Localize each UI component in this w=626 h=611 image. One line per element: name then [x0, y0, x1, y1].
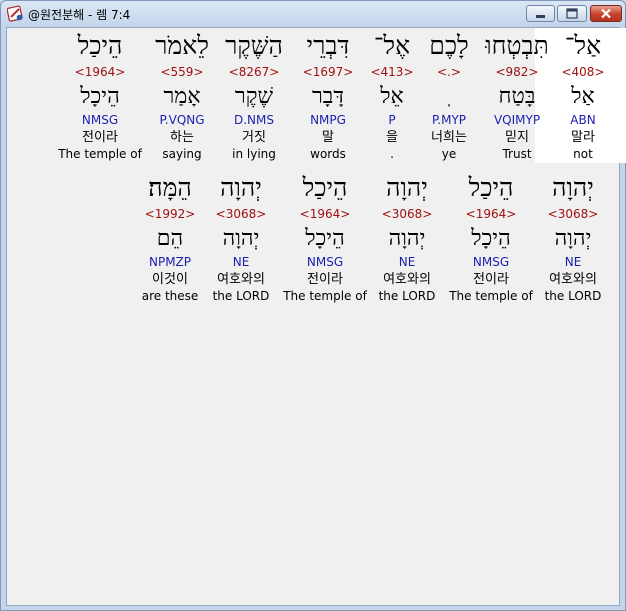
- word-cell[interactable]: הֵיכַל <1964> הֵיכָל NMSG 전이라 The temple…: [443, 170, 539, 305]
- strong-number: <1992>: [144, 207, 196, 221]
- word-cell[interactable]: הֵיכַל <1964> הֵיכָל NMSG 전이라 The temple…: [277, 170, 373, 305]
- word-cell[interactable]: לֵאמֹר <559> אָמַר P.VQNG 하는 saying: [134, 28, 230, 163]
- hebrew-word: יְהוָה: [552, 173, 594, 202]
- korean-gloss: 이것이: [152, 272, 188, 287]
- word-cell[interactable]: הֵמָּה׃ <1992> הֵם NPMZP 이것이 are these: [122, 170, 218, 305]
- korean-gloss: 하는: [170, 130, 194, 145]
- minimize-button[interactable]: [526, 5, 555, 22]
- parse-code: NE: [398, 255, 416, 269]
- hebrew-word: הֵיכַל: [468, 173, 514, 202]
- parse-code: NMSG: [472, 255, 510, 269]
- english-gloss: are these: [141, 289, 199, 303]
- app-window: @원전분해 - 렘 7:4 אַל־ <408> אַל ABN 말라 not …: [0, 0, 626, 611]
- word-cell[interactable]: יְהוָה <3068> יְהוָה NE 여호와의 the LORD: [359, 170, 455, 305]
- title-bar[interactable]: @원전분해 - 렘 7:4: [1, 1, 625, 27]
- english-gloss: The temple of: [449, 289, 533, 303]
- hebrew-word: לֵאמֹר: [155, 31, 209, 60]
- english-gloss: the LORD: [378, 289, 436, 303]
- korean-gloss: 전이라: [307, 272, 343, 287]
- english-gloss: The temple of: [58, 147, 142, 161]
- maximize-button[interactable]: [557, 5, 587, 22]
- hebrew-lemma: יְהוָה: [388, 226, 426, 251]
- korean-gloss: 전이라: [82, 130, 118, 145]
- hebrew-lemma: יְהוָה: [554, 226, 592, 251]
- korean-gloss: 전이라: [473, 272, 509, 287]
- minimize-icon: [536, 15, 545, 18]
- interlinear-panel: אַל־ <408> אַל ABN 말라 not תִּבְטְחוּ <98…: [6, 27, 626, 606]
- strong-number: <559>: [160, 65, 204, 79]
- english-gloss: saying: [162, 147, 202, 161]
- strong-number: <1964>: [74, 65, 126, 79]
- strong-number: <1964>: [465, 207, 517, 221]
- english-gloss: the LORD: [544, 289, 602, 303]
- hebrew-lemma: הֵיכָל: [80, 84, 120, 109]
- hebrew-lemma: הֵיכָל: [471, 226, 511, 251]
- hebrew-lemma: הֵיכָל: [305, 226, 345, 251]
- korean-gloss: 여호와의: [549, 272, 597, 287]
- parse-code: NMSG: [306, 255, 344, 269]
- maximize-icon: [566, 8, 578, 19]
- hebrew-word: הֵמָּה׃: [148, 173, 192, 202]
- parse-code: NPMZP: [148, 255, 192, 269]
- close-icon: [601, 8, 611, 19]
- parse-code: NMSG: [81, 113, 119, 127]
- close-button[interactable]: [590, 5, 622, 22]
- korean-gloss: 여호와의: [383, 272, 431, 287]
- strong-number: <3068>: [547, 207, 599, 221]
- word-cell[interactable]: הֵיכַל <1964> הֵיכָל NMSG 전이라 The temple…: [52, 28, 148, 163]
- hebrew-word: הֵיכַל: [77, 31, 123, 60]
- english-gloss: The temple of: [283, 289, 367, 303]
- app-icon[interactable]: [7, 5, 24, 22]
- strong-number: <3068>: [381, 207, 433, 221]
- strong-number: <1964>: [299, 207, 351, 221]
- hebrew-word: יְהוָה: [386, 173, 428, 202]
- hebrew-lemma: הֵם: [156, 226, 184, 251]
- window-title: @원전분해 - 렘 7:4: [28, 8, 131, 22]
- word-cell[interactable]: יְהוָה <3068> יְהוָה NE 여호와의 the LORD: [525, 170, 621, 305]
- hebrew-word: הֵיכַל: [302, 173, 348, 202]
- parse-code: NE: [564, 255, 582, 269]
- parse-code: P.VQNG: [159, 113, 205, 127]
- hebrew-lemma: אָמַר: [163, 84, 201, 109]
